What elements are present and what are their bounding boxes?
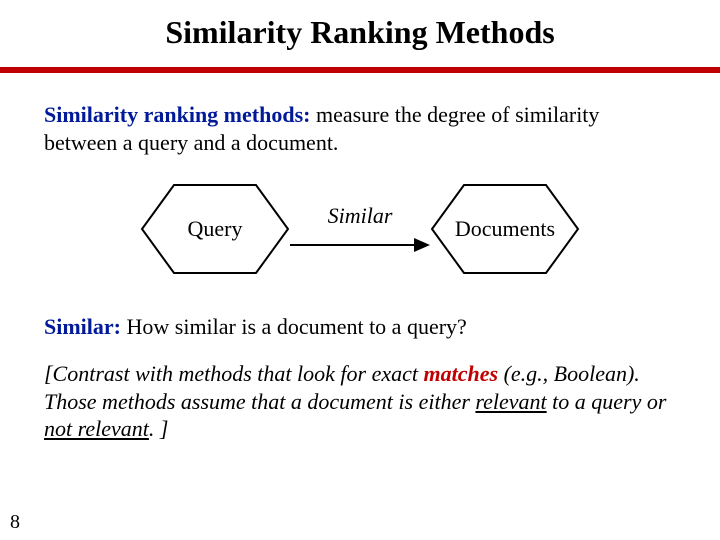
hex-documents-label: Documents: [455, 216, 555, 242]
question-body: How similar is a document to a query?: [121, 314, 467, 339]
question-paragraph: Similar: How similar is a document to a …: [44, 314, 676, 340]
hex-query-label: Query: [188, 216, 243, 242]
contrast-paragraph: [Contrast with methods that look for exa…: [44, 360, 676, 443]
slide: Similarity Ranking Methods Similarity ra…: [0, 0, 720, 540]
contrast-pre: [Contrast with methods that look for exa…: [44, 361, 424, 386]
arrow-section: Similar: [290, 203, 430, 255]
contrast-emphasis: matches: [424, 361, 499, 386]
slide-content: Similarity ranking methods: measure the …: [0, 73, 720, 443]
contrast-post: . ]: [149, 416, 169, 441]
question-term: Similar:: [44, 314, 121, 339]
arrow-label: Similar: [328, 203, 393, 229]
slide-title: Similarity Ranking Methods: [0, 0, 720, 61]
definition-paragraph: Similarity ranking methods: measure the …: [44, 101, 676, 156]
hex-documents: Documents: [430, 183, 580, 275]
contrast-underline-2: not relevant: [44, 416, 149, 441]
contrast-underline-1: relevant: [475, 389, 546, 414]
contrast-mid2: to a query or: [547, 389, 667, 414]
definition-term: Similarity ranking methods:: [44, 102, 310, 127]
diagram: Query Similar Documents: [44, 164, 676, 294]
hex-query: Query: [140, 183, 290, 275]
page-number: 8: [10, 511, 20, 534]
arrow-icon: [290, 235, 430, 255]
